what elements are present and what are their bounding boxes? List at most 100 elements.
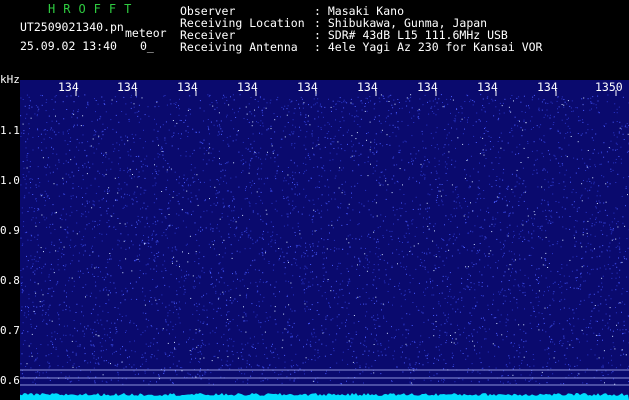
noise-speck bbox=[490, 137, 492, 138]
noise-speck bbox=[612, 371, 614, 373]
noise-speck bbox=[137, 176, 139, 178]
noise-speck bbox=[232, 360, 234, 362]
noise-speck bbox=[159, 154, 161, 156]
noise-speck bbox=[466, 94, 468, 96]
noise-speck bbox=[101, 356, 102, 358]
noise-speck bbox=[369, 151, 371, 153]
noise-speck bbox=[294, 378, 296, 380]
noise-speck bbox=[204, 371, 206, 373]
noise-speck bbox=[537, 226, 539, 227]
noise-speck bbox=[404, 169, 406, 171]
noise-speck bbox=[28, 133, 29, 135]
noise-speck bbox=[617, 226, 619, 228]
spectrogram-plot[interactable] bbox=[20, 80, 629, 400]
noise-speck bbox=[608, 246, 610, 248]
noise-speck bbox=[460, 105, 462, 107]
noise-speck bbox=[341, 102, 343, 104]
noise-speck bbox=[616, 136, 618, 138]
noise-speck bbox=[226, 360, 228, 362]
noise-speck bbox=[78, 379, 80, 381]
noise-speck bbox=[203, 153, 205, 155]
noise-speck bbox=[286, 252, 288, 254]
noise-speck bbox=[135, 234, 137, 236]
noise-speck bbox=[513, 260, 515, 262]
noise-speck bbox=[550, 101, 552, 103]
noise-speck bbox=[73, 101, 75, 103]
noise-speck bbox=[309, 159, 311, 160]
noise-speck bbox=[599, 255, 601, 257]
noise-speck bbox=[516, 302, 518, 304]
noise-speck bbox=[315, 341, 317, 343]
noise-speck bbox=[488, 328, 490, 330]
noise-speck bbox=[347, 349, 349, 350]
noise-speck bbox=[57, 312, 59, 314]
noise-speck bbox=[418, 351, 420, 353]
noise-speck bbox=[216, 254, 218, 256]
noise-speck bbox=[233, 99, 235, 101]
noise-speck bbox=[304, 300, 306, 302]
noise-speck bbox=[56, 282, 58, 284]
noise-speck bbox=[233, 162, 235, 164]
noise-speck bbox=[335, 119, 336, 121]
noise-speck bbox=[69, 381, 71, 383]
noise-speck bbox=[125, 113, 127, 115]
noise-speck bbox=[476, 331, 478, 333]
noise-speck bbox=[230, 96, 231, 98]
noise-speck bbox=[237, 278, 238, 280]
noise-speck bbox=[316, 252, 318, 254]
noise-speck bbox=[498, 196, 500, 198]
noise-speck bbox=[569, 128, 571, 130]
noise-speck bbox=[325, 202, 327, 204]
noise-speck bbox=[176, 309, 178, 311]
noise-speck bbox=[203, 181, 205, 183]
noise-speck bbox=[403, 362, 405, 364]
noise-speck bbox=[538, 312, 540, 314]
noise-speck bbox=[591, 310, 593, 312]
noise-speck bbox=[165, 217, 167, 219]
noise-speck bbox=[495, 180, 497, 181]
noise-speck bbox=[552, 181, 554, 183]
noise-speck bbox=[455, 301, 457, 303]
noise-speck bbox=[248, 167, 250, 169]
noise-speck bbox=[216, 179, 218, 180]
noise-speck bbox=[148, 226, 150, 228]
noise-speck bbox=[503, 149, 505, 151]
noise-speck bbox=[111, 103, 113, 105]
noise-speck bbox=[403, 295, 405, 296]
noise-speck bbox=[345, 325, 347, 327]
noise-speck bbox=[284, 354, 286, 356]
noise-speck bbox=[251, 239, 253, 241]
noise-speck bbox=[475, 263, 477, 265]
noise-speck bbox=[161, 209, 163, 211]
noise-speck bbox=[164, 160, 166, 162]
noise-speck bbox=[276, 99, 278, 101]
noise-speck bbox=[394, 350, 395, 352]
noise-speck bbox=[266, 213, 268, 215]
noise-speck bbox=[164, 95, 166, 96]
noise-speck bbox=[103, 103, 105, 105]
noise-speck bbox=[596, 107, 598, 109]
noise-speck bbox=[531, 116, 533, 118]
noise-speck bbox=[199, 275, 201, 277]
noise-speck bbox=[98, 200, 100, 202]
noise-speck bbox=[137, 328, 139, 330]
noise-speck bbox=[306, 306, 308, 308]
noise-speck bbox=[468, 187, 470, 189]
noise-speck bbox=[347, 363, 349, 365]
noise-speck bbox=[78, 260, 80, 262]
noise-speck bbox=[39, 222, 41, 223]
noise-speck bbox=[270, 191, 272, 192]
noise-speck bbox=[558, 106, 560, 108]
noise-speck bbox=[91, 332, 93, 334]
noise-speck bbox=[57, 259, 59, 260]
noise-speck bbox=[372, 152, 374, 154]
noise-speck bbox=[190, 200, 192, 202]
noise-speck bbox=[261, 163, 263, 165]
noise-speck bbox=[467, 205, 469, 207]
noise-speck bbox=[297, 245, 299, 246]
noise-speck bbox=[454, 166, 456, 168]
noise-speck bbox=[196, 277, 198, 279]
noise-speck bbox=[591, 257, 593, 259]
noise-speck bbox=[120, 247, 122, 249]
noise-speck bbox=[106, 273, 108, 275]
